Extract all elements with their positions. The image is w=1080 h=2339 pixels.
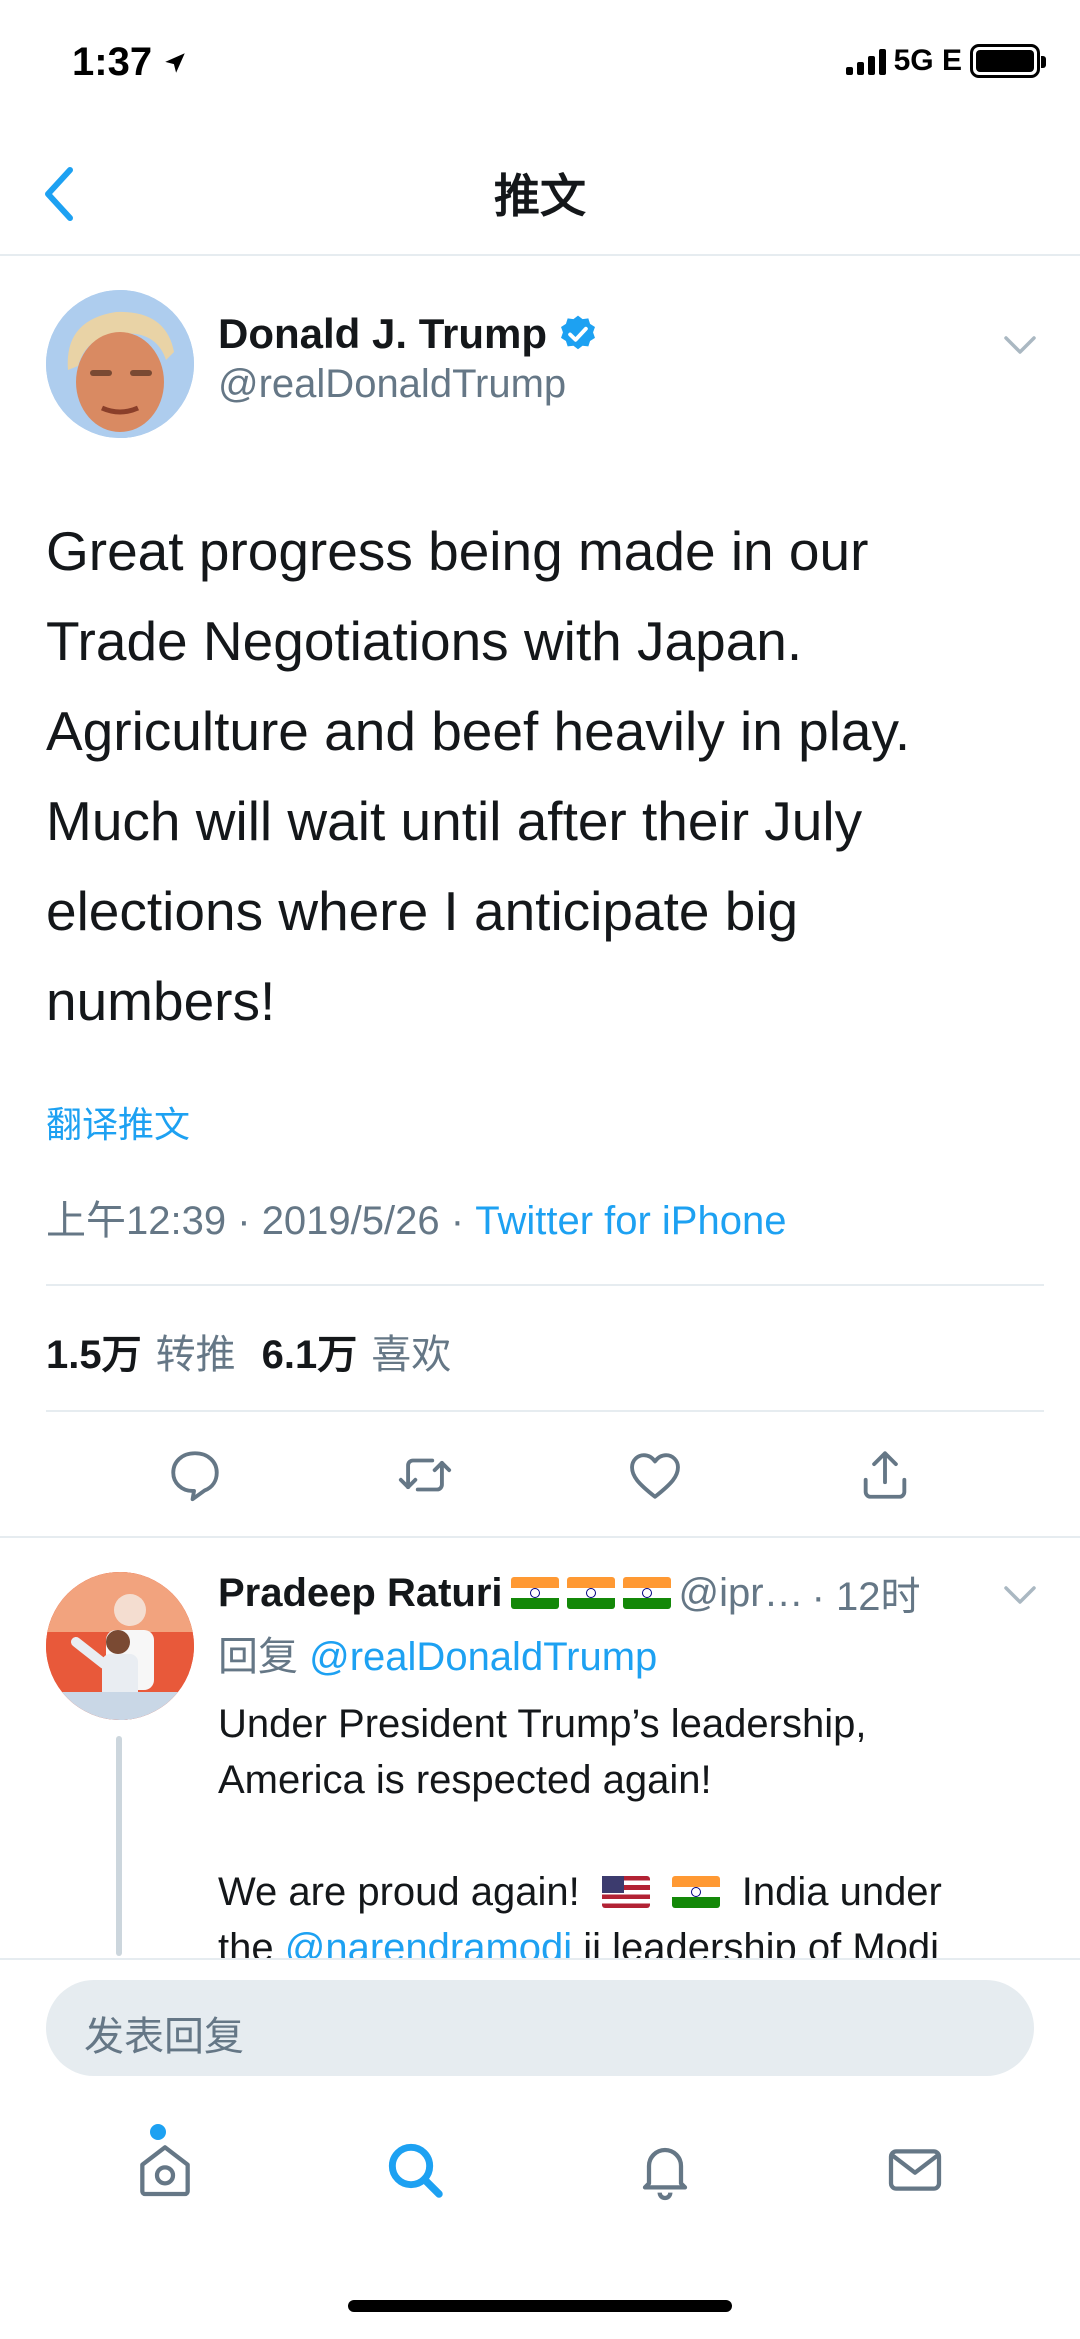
reply-avatar-image-icon xyxy=(46,1572,194,1720)
india-flag-icon xyxy=(510,1577,559,1609)
author-handle[interactable]: @realDonaldTrump xyxy=(218,362,566,407)
reply-author-row[interactable]: Pradeep Raturi @ipr… · 12时 xyxy=(218,1564,921,1622)
notifications-icon[interactable] xyxy=(633,2138,697,2202)
reply-icon[interactable] xyxy=(166,1446,224,1504)
reply-label: 回复 xyxy=(218,1635,298,1679)
reply-line: Under President Trump’s leadership, xyxy=(218,1702,867,1746)
clock-text: 1:37 xyxy=(72,40,153,84)
reply-to-mention[interactable]: @realDonaldTrump xyxy=(309,1635,657,1679)
reply-line: We are proud again! India under xyxy=(218,1864,1048,1920)
share-icon[interactable] xyxy=(856,1446,914,1504)
chevron-down-icon[interactable] xyxy=(1000,330,1040,360)
tweet-meta: 上午12:39 · 2019/5/26 · Twitter for iPhone xyxy=(46,1188,786,1246)
like-label[interactable]: 喜欢 xyxy=(371,1322,451,1380)
meta-separator: · xyxy=(237,1199,251,1243)
search-icon[interactable] xyxy=(383,2138,447,2202)
india-flag-icon xyxy=(566,1577,615,1609)
replying-to: 回复 @realDonaldTrump xyxy=(218,1624,657,1682)
verified-badge-icon xyxy=(561,315,596,350)
new-content-dot xyxy=(150,2124,166,2140)
divider xyxy=(0,1536,1080,1538)
divider xyxy=(46,1410,1044,1412)
tweet-time: 上午12:39 xyxy=(46,1199,227,1243)
reply-author-avatar[interactable] xyxy=(46,1572,194,1720)
page-title: 推文 xyxy=(494,170,586,222)
retweet-label[interactable]: 转推 xyxy=(156,1322,236,1380)
tweet-actions xyxy=(0,1430,1080,1520)
like-icon[interactable] xyxy=(626,1446,684,1504)
reply-time: · 12时 xyxy=(811,1575,921,1619)
reply-text: Under President Trump’s leadership, Amer… xyxy=(218,1696,1048,1976)
india-flag-icon xyxy=(671,1876,720,1908)
author-name[interactable]: Donald J. Trump xyxy=(218,310,547,358)
reply-input[interactable]: 发表回复 xyxy=(46,1980,1034,2076)
status-indicators: 5G E xyxy=(845,44,1046,78)
meta-separator: · xyxy=(450,1199,465,1243)
tweet-date: 2019/5/26 xyxy=(261,1199,440,1243)
divider xyxy=(46,1284,1044,1286)
author-avatar[interactable] xyxy=(46,290,194,438)
reply-author-name[interactable]: Pradeep Raturi xyxy=(218,1571,503,1616)
reply-line-part: India under xyxy=(741,1870,942,1914)
tweet-stats: 1.5万 转推 6.1万 喜欢 xyxy=(46,1322,451,1380)
home-icon[interactable] xyxy=(133,2138,197,2202)
retweet-icon[interactable] xyxy=(396,1446,454,1504)
thread-connector xyxy=(116,1736,122,1956)
status-time: 1:37 xyxy=(72,40,188,85)
home-indicator[interactable] xyxy=(348,2300,732,2312)
retweet-count[interactable]: 1.5万 xyxy=(46,1322,142,1380)
signal-icon xyxy=(845,47,886,75)
us-flag-icon xyxy=(601,1876,650,1908)
reply-author-handle[interactable]: @ipr… xyxy=(679,1571,804,1616)
avatar-face-icon xyxy=(46,290,194,438)
tweet-text: Great progress being made in our Trade N… xyxy=(46,520,911,1032)
reply-line-part: We are proud again! xyxy=(218,1870,580,1914)
author-name-row[interactable]: Donald J. Trump xyxy=(218,310,599,358)
india-flag-icon xyxy=(622,1577,671,1609)
translate-tweet-link[interactable]: 翻译推文 xyxy=(46,1096,190,1148)
location-arrow-icon xyxy=(165,52,185,73)
reply-line: America is respected again! xyxy=(218,1758,712,1802)
tweet-source-link[interactable]: Twitter for iPhone xyxy=(475,1199,786,1243)
chevron-down-icon[interactable] xyxy=(1000,1580,1040,1610)
like-count[interactable]: 6.1万 xyxy=(262,1322,358,1380)
network-label: 5G E xyxy=(893,44,962,77)
messages-icon[interactable] xyxy=(883,2138,947,2202)
battery-icon xyxy=(970,44,1046,78)
